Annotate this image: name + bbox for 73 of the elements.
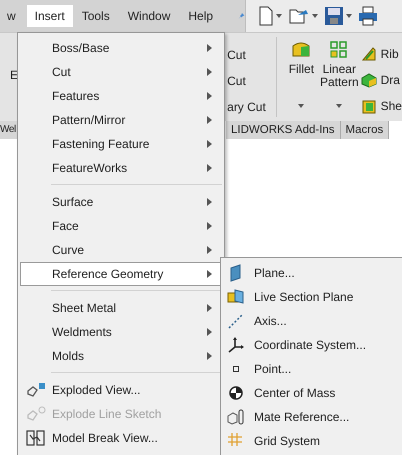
- menu-item[interactable]: Fastening Feature: [20, 132, 222, 156]
- dropdown-caret-icon[interactable]: [346, 14, 352, 18]
- submenu-arrow-icon: [207, 116, 212, 124]
- exploded-view-icon: [25, 381, 47, 399]
- submenu-arrow-icon: [207, 304, 212, 312]
- ribbon-command[interactable]: Cut: [227, 42, 270, 68]
- point-icon: [233, 366, 239, 372]
- shell-icon: [360, 98, 377, 114]
- coordinate-axes-icon: [227, 336, 245, 354]
- dropdown-caret-icon[interactable]: [276, 14, 282, 18]
- tool-label[interactable]: Fillet: [288, 63, 314, 91]
- command-tab[interactable]: Wel: [0, 121, 17, 139]
- menu-item[interactable]: Point...: [221, 357, 402, 381]
- menu-item[interactable]: Live Section Plane: [221, 285, 402, 309]
- menu-item[interactable]: Molds: [20, 344, 222, 368]
- command-tab[interactable]: LIDWORKS Add-Ins: [226, 121, 341, 139]
- menu-item[interactable]: FeatureWorks: [20, 156, 222, 180]
- menu-item[interactable]: Face: [20, 214, 222, 238]
- submenu-arrow-icon: [207, 328, 212, 336]
- submenu-arrow-icon: [207, 44, 212, 52]
- center-of-mass-icon: [227, 384, 245, 402]
- dropdown-caret-icon[interactable]: [298, 104, 304, 108]
- tool-label[interactable]: She: [380, 99, 402, 113]
- menu-bar-item[interactable]: Help: [181, 5, 220, 27]
- submenu-arrow-icon: [207, 352, 212, 360]
- menu-item[interactable]: Mate Reference...: [221, 405, 402, 429]
- tool-label[interactable]: Rib: [380, 47, 399, 61]
- rib-icon: [360, 46, 377, 62]
- menu-bar-item[interactable]: Insert: [26, 5, 73, 27]
- submenu-arrow-icon: [207, 140, 212, 148]
- submenu-arrow-icon: [207, 92, 212, 100]
- ribbon-label[interactable]: E: [10, 68, 22, 121]
- new-document-icon[interactable]: [258, 6, 274, 26]
- menu-item[interactable]: Boss/Base: [20, 36, 222, 60]
- mate-reference-icon: [227, 408, 245, 426]
- menu-item[interactable]: Grid System: [221, 429, 402, 453]
- print-icon[interactable]: [358, 6, 378, 26]
- menu-item[interactable]: Center of Mass: [221, 381, 402, 405]
- menu-item[interactable]: Features: [20, 84, 222, 108]
- tool-label[interactable]: Linear Pattern: [320, 63, 359, 91]
- menu-item[interactable]: Model Break View...: [20, 426, 222, 450]
- submenu-arrow-icon: [207, 68, 212, 76]
- ribbon-command[interactable]: Cut: [227, 68, 270, 94]
- model-break-icon: [25, 429, 47, 447]
- menu-bar-item[interactable]: Window: [120, 5, 178, 27]
- submenu-arrow-icon: [207, 164, 212, 172]
- command-tab[interactable]: Macros: [340, 121, 390, 139]
- menu-item[interactable]: Surface: [20, 190, 222, 214]
- dropdown-caret-icon[interactable]: [336, 104, 342, 108]
- menu-item[interactable]: Cut: [20, 60, 222, 84]
- menu-item[interactable]: Pattern/Mirror: [20, 108, 222, 132]
- menu-bar-item[interactable]: Tools: [74, 5, 117, 27]
- menu-bar-item[interactable]: w: [0, 5, 23, 27]
- save-icon[interactable]: [324, 6, 344, 26]
- draft-icon: [360, 72, 377, 88]
- submenu-arrow-icon: [207, 222, 212, 230]
- submenu-arrow-icon: [207, 270, 212, 278]
- menu-item[interactable]: Axis...: [221, 309, 402, 333]
- dropdown-caret-icon[interactable]: [312, 14, 318, 18]
- menu-item[interactable]: Reference Geometry: [20, 262, 222, 286]
- section-plane-icon: [227, 288, 245, 306]
- submenu-arrow-icon: [207, 198, 212, 206]
- ribbon-command[interactable]: ary Cut: [227, 94, 270, 120]
- menu-item[interactable]: Sheet Metal: [20, 296, 222, 320]
- menu-item[interactable]: Coordinate System...: [221, 333, 402, 357]
- menu-item[interactable]: Plane...: [221, 261, 402, 285]
- explode-sketch-icon: [25, 405, 47, 423]
- axis-icon: [227, 312, 245, 330]
- menu-item[interactable]: Exploded View...: [20, 378, 222, 402]
- submenu-arrow-icon: [207, 246, 212, 254]
- menu-item[interactable]: Weldments: [20, 320, 222, 344]
- tool-label[interactable]: Dra: [380, 73, 400, 87]
- menu-item[interactable]: Curve: [20, 238, 222, 262]
